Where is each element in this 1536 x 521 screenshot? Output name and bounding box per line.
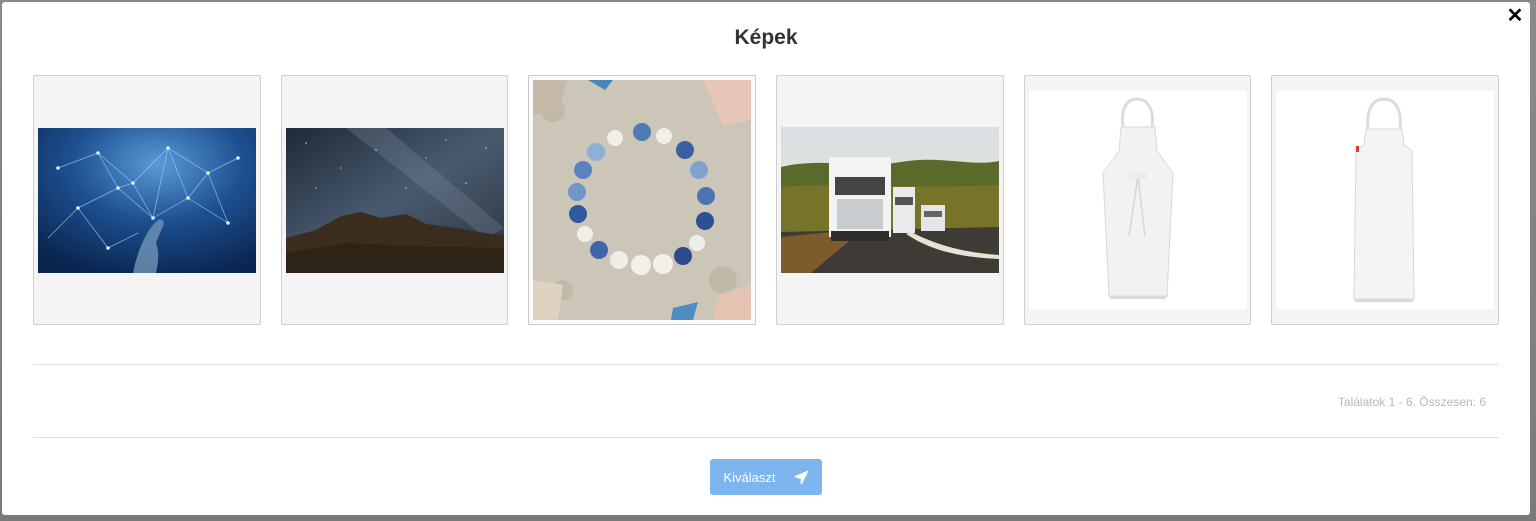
image-grid — [33, 75, 1500, 325]
image-tile[interactable] — [1271, 75, 1500, 325]
close-icon[interactable]: ✕ — [1504, 5, 1526, 27]
select-button-label: Kiválaszt — [723, 469, 776, 485]
image-tile[interactable] — [1023, 75, 1252, 325]
paper-plane-icon — [794, 470, 809, 485]
trucks-road-image — [781, 127, 1000, 273]
divider-top — [33, 364, 1499, 365]
white-apron-image — [1276, 91, 1495, 309]
modal-title: Képek — [734, 26, 798, 49]
network-hand-image — [38, 128, 256, 273]
image-picker-modal: ✕ Képek Találatok 1 - 6. Összesen: 6 Kiv… — [2, 2, 1530, 515]
image-tile[interactable] — [776, 75, 1004, 325]
bracelet-sand-image — [533, 80, 752, 320]
image-tile-selected[interactable] — [528, 75, 757, 325]
image-tile[interactable] — [280, 75, 509, 325]
image-tile[interactable] — [33, 75, 261, 325]
night-sky-image — [285, 128, 504, 273]
divider-bottom — [33, 437, 1499, 438]
select-button[interactable]: Kiválaszt — [710, 459, 822, 495]
white-apron-front-image — [1028, 91, 1247, 309]
results-count: Találatok 1 - 6. Összesen: 6 — [1337, 395, 1486, 409]
